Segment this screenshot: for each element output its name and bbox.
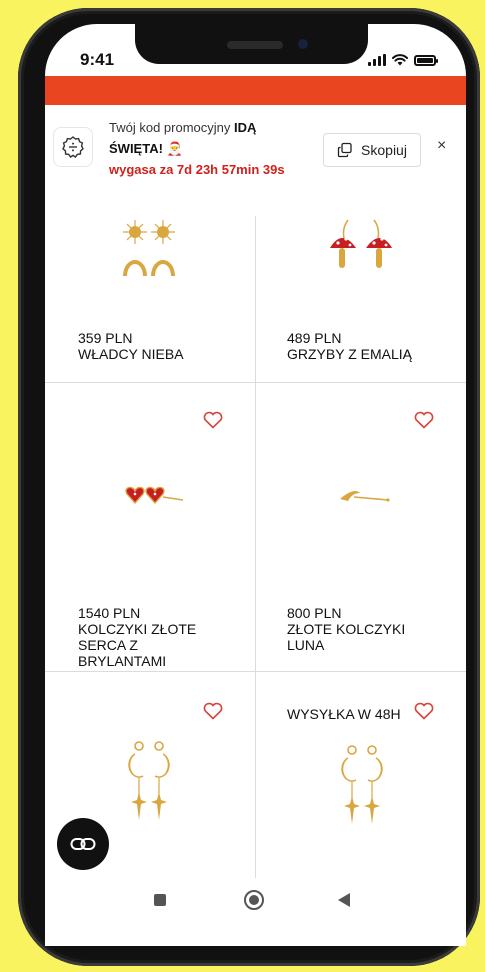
promo-code-part2: ŚWIĘTA! (109, 141, 163, 156)
product-card[interactable]: 1540 PLN KOLCZYKI ZŁOTE SERCA Z BRYLANTA… (45, 383, 255, 671)
product-price: 489 PLN (287, 330, 342, 346)
shipping-badge: WYSYŁKA W 48H (287, 706, 401, 722)
promo-code-part1: IDĄ (234, 120, 257, 135)
product-price: 359 PLN (78, 330, 133, 346)
product-image-sun-moon-earrings (123, 220, 175, 276)
product-card[interactable]: 800 PLN ZŁOTE KOLCZYKI LUNA (256, 383, 466, 671)
close-promo-button[interactable]: × (437, 137, 446, 155)
square-icon[interactable] (154, 894, 166, 906)
product-name-line: KOLCZYKI ZŁOTE (78, 621, 197, 637)
android-nav-bar (45, 878, 466, 946)
wifi-icon (392, 54, 408, 66)
product-image-moon-earring (340, 491, 390, 502)
product-image-heart-earrings (125, 486, 184, 505)
promo-prefix: Twój kod promocyjny (109, 120, 231, 135)
circle-icon[interactable] (244, 890, 264, 910)
triangle-back-icon[interactable] (337, 892, 351, 908)
speaker (227, 41, 283, 49)
heart-outline-icon[interactable] (414, 702, 434, 720)
heart-outline-icon[interactable] (414, 411, 434, 429)
heart-outline-icon[interactable] (203, 411, 223, 429)
gift-emoji: 🎅 (166, 141, 183, 156)
product-grid: 359 PLN WŁADCY NIEBA 489 PLN GRZYBY Z EM… (45, 200, 466, 878)
status-icons (368, 52, 438, 66)
copy-code-button[interactable]: Skopiuj (323, 133, 421, 167)
promo-expiry: wygasa za 7d 23h 57min 39s (109, 162, 285, 177)
promo-text: Twój kod promocyjny IDĄ ŚWIĘTA! 🎅 wygasa… (109, 117, 285, 180)
product-name: GRZYBY Z EMALIĄ (287, 346, 412, 362)
copy-icon (337, 142, 352, 158)
camera (298, 39, 308, 49)
promo-top-bar (45, 76, 466, 105)
product-card[interactable]: WYSYŁKA W 48H (256, 672, 466, 878)
copy-button-label: Skopiuj (361, 142, 407, 158)
status-time: 9:41 (80, 50, 115, 69)
signal-icon (368, 54, 386, 66)
promo-banner: Twój kod promocyjny IDĄ ŚWIĘTA! 🎅 wygasa… (45, 105, 466, 200)
product-card[interactable]: 489 PLN GRZYBY Z EMALIĄ (256, 200, 466, 382)
floating-link-button[interactable] (57, 818, 109, 870)
product-card[interactable]: 359 PLN WŁADCY NIEBA (45, 200, 255, 382)
link-icon (70, 838, 96, 850)
product-image-mushroom-earrings (330, 219, 392, 268)
product-price: 800 PLN (287, 605, 342, 621)
product-name-line: SERCA Z (78, 637, 138, 653)
heart-outline-icon[interactable] (203, 702, 223, 720)
discount-badge-icon (53, 127, 93, 167)
product-name-line: ZŁOTE KOLCZYKI (287, 621, 406, 637)
product-price: 1540 PLN (78, 605, 141, 621)
product-image-moon-star-earrings (128, 741, 170, 820)
product-image-moon-star-earrings (341, 745, 383, 824)
product-name: WŁADCY NIEBA (78, 346, 184, 362)
product-name-line: LUNA (287, 637, 325, 653)
battery-icon (414, 55, 438, 66)
product-name-line: BRYLANTAMI (78, 653, 167, 669)
